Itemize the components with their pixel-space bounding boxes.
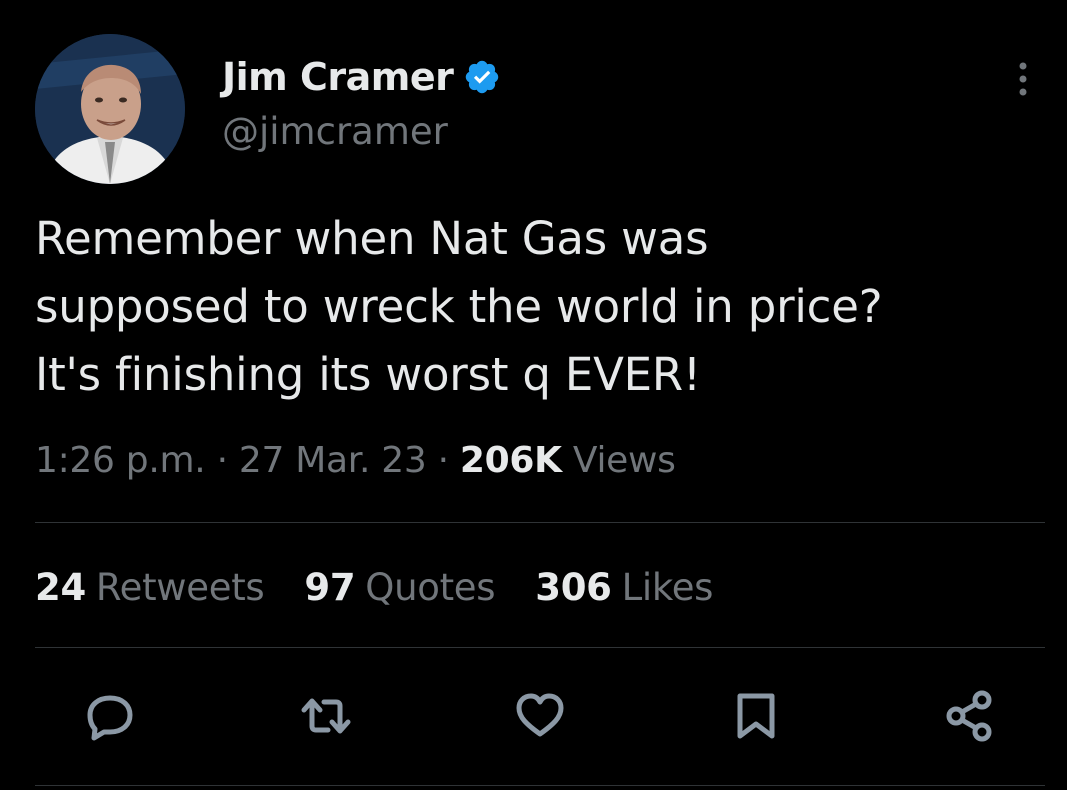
share-icon[interactable] [942, 688, 998, 744]
views-count: 206K [459, 440, 562, 481]
tweet-date[interactable]: 27 Mar. 23 [239, 440, 427, 481]
verified-badge-icon [463, 58, 501, 96]
tweet-text: Remember when Nat Gas was supposed to wr… [35, 212, 883, 401]
author-handle[interactable]: @jimcramer [222, 108, 448, 156]
likes-label: Likes [621, 566, 714, 609]
author-name-text[interactable]: Jim Cramer [222, 52, 454, 102]
tweet-time[interactable]: 1:26 p.m. [35, 440, 206, 481]
retweets-stat[interactable]: 24 Retweets [35, 563, 265, 613]
views-label: Views [572, 440, 676, 481]
divider [35, 647, 1045, 648]
avatar[interactable] [35, 34, 185, 184]
quotes-count: 97 [304, 566, 356, 609]
author-name[interactable]: Jim Cramer [222, 52, 501, 102]
more-options-icon[interactable] [1008, 58, 1038, 100]
divider [35, 522, 1045, 523]
likes-count: 306 [535, 566, 612, 609]
quotes-label: Quotes [365, 566, 496, 609]
reply-icon[interactable] [82, 688, 138, 744]
quotes-stat[interactable]: 97 Quotes [304, 563, 495, 613]
divider [35, 785, 1045, 786]
bookmark-icon[interactable] [728, 688, 784, 744]
like-icon[interactable] [512, 688, 568, 744]
meta-separator: · [216, 440, 228, 481]
tweet-stats: 24 Retweets 97 Quotes 306 Likes [35, 563, 713, 613]
retweet-icon[interactable] [298, 688, 354, 744]
retweets-count: 24 [35, 566, 86, 609]
tweet-meta: 1:26 p.m. · 27 Mar. 23 · 206K Views [35, 437, 676, 485]
retweets-label: Retweets [95, 566, 265, 609]
meta-separator: · [437, 440, 449, 481]
likes-stat[interactable]: 306 Likes [535, 563, 713, 613]
